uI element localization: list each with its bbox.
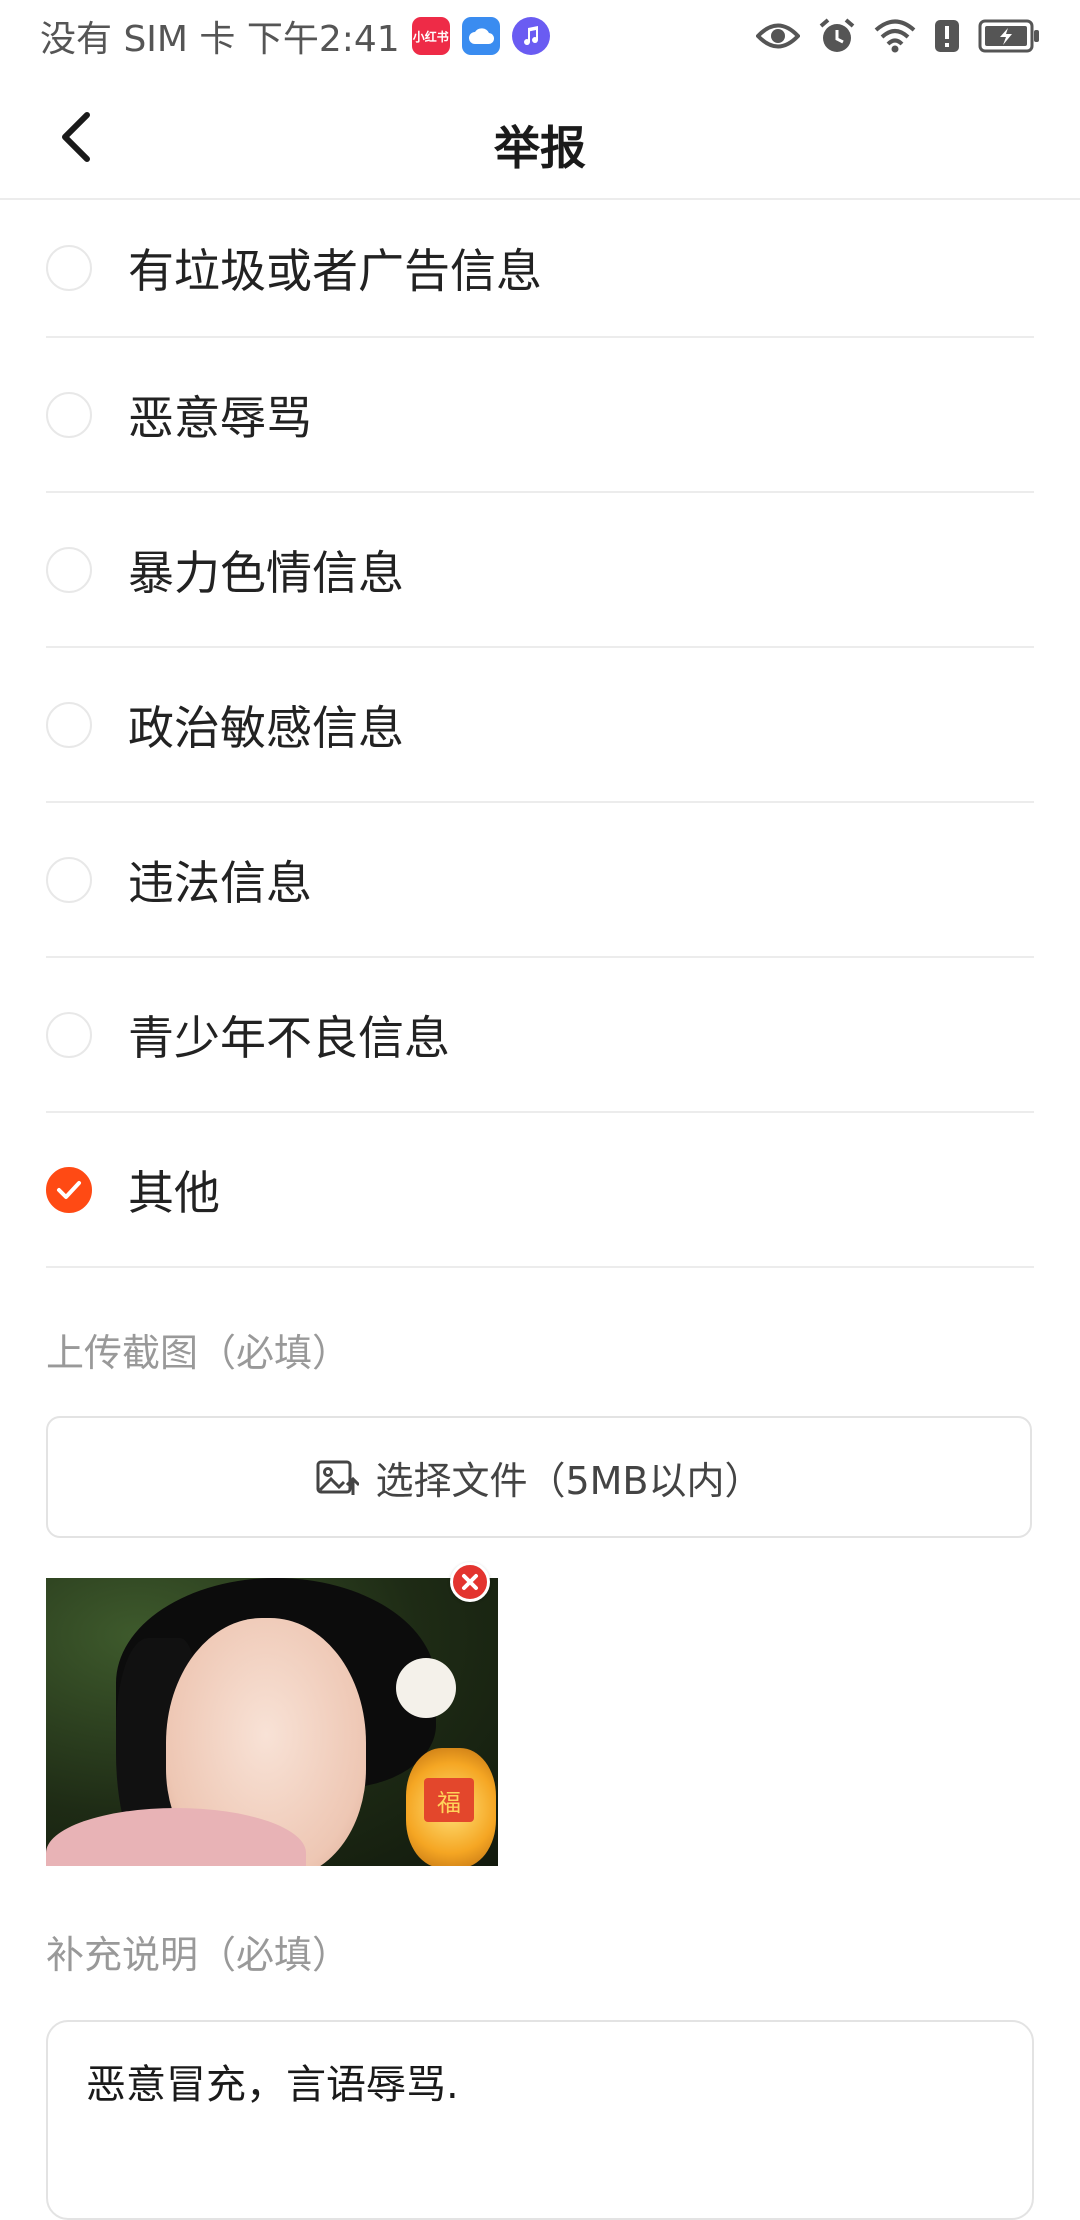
thumb-flower xyxy=(396,1658,456,1718)
reason-option-political[interactable]: 政治敏感信息 xyxy=(46,648,1034,803)
status-carrier-time: 没有 SIM 卡 下午2:41 xyxy=(40,19,400,60)
reason-option-abuse[interactable]: 恶意辱骂 xyxy=(46,338,1034,493)
radio-button[interactable] xyxy=(46,701,92,748)
notes-textarea[interactable]: 恶意冒充，言语辱骂. xyxy=(46,2020,1034,2220)
reason-label: 青少年不良信息 xyxy=(128,1010,450,1065)
music-icon xyxy=(511,17,550,55)
report-reason-list: 有垃圾或者广告信息 恶意辱骂 暴力色情信息 政治敏感信息 违法信息 青少年不良信… xyxy=(46,200,1034,1268)
reason-option-other[interactable]: 其他 xyxy=(46,1113,1034,1268)
alarm-icon xyxy=(819,18,855,52)
close-icon xyxy=(462,1574,478,1590)
wifi-icon xyxy=(874,19,916,53)
radio-button[interactable] xyxy=(46,856,92,903)
xiaohongshu-icon-label: 小红书 xyxy=(412,29,449,44)
eye-icon xyxy=(756,23,800,49)
reason-label: 政治敏感信息 xyxy=(128,700,404,755)
reason-option-minors[interactable]: 青少年不良信息 xyxy=(46,958,1034,1113)
radio-button[interactable] xyxy=(46,546,92,593)
nav-bar: 举报 xyxy=(0,72,1080,200)
radio-button-checked[interactable] xyxy=(46,1166,92,1213)
radio-button[interactable] xyxy=(46,1011,92,1058)
cloud-icon xyxy=(461,17,500,55)
status-left: 没有 SIM 卡 下午2:41 小红书 xyxy=(40,10,550,62)
reason-label: 恶意辱骂 xyxy=(128,390,312,445)
remove-image-button[interactable] xyxy=(450,1562,490,1602)
radio-button[interactable] xyxy=(46,391,92,438)
reason-option-violence-porn[interactable]: 暴力色情信息 xyxy=(46,493,1034,648)
reason-option-illegal[interactable]: 违法信息 xyxy=(46,803,1034,958)
check-icon xyxy=(57,1180,81,1199)
reason-label: 违法信息 xyxy=(128,855,312,910)
reason-option-spam[interactable]: 有垃圾或者广告信息 xyxy=(46,200,1034,338)
page-title: 举报 xyxy=(494,121,586,175)
choose-file-button[interactable]: 选择文件（5MB以内） xyxy=(46,1416,1032,1538)
thumb-lantern-tag: 福 xyxy=(424,1778,474,1822)
reason-label: 有垃圾或者广告信息 xyxy=(128,244,542,298)
radio-button[interactable] xyxy=(46,245,92,291)
reason-label: 其他 xyxy=(128,1165,220,1220)
status-right xyxy=(756,17,1040,55)
xiaohongshu-icon: 小红书 xyxy=(411,17,450,55)
status-bar: 没有 SIM 卡 下午2:41 小红书 xyxy=(0,0,1080,72)
uploaded-image[interactable]: 福 xyxy=(46,1578,498,1866)
notes-text: 恶意冒充，言语辱骂. xyxy=(86,2062,459,2108)
choose-file-label: 选择文件（5MB以内） xyxy=(375,1458,763,1503)
reason-label: 暴力色情信息 xyxy=(128,545,404,600)
upload-section-label: 上传截图（必填） xyxy=(46,1331,351,1375)
notes-section-label: 补充说明（必填） xyxy=(46,1933,351,1977)
image-upload-icon xyxy=(316,1460,360,1495)
uploaded-image-thumbnail: 福 xyxy=(46,1578,498,1866)
alert-icon xyxy=(935,20,959,52)
battery-icon xyxy=(978,19,1039,53)
